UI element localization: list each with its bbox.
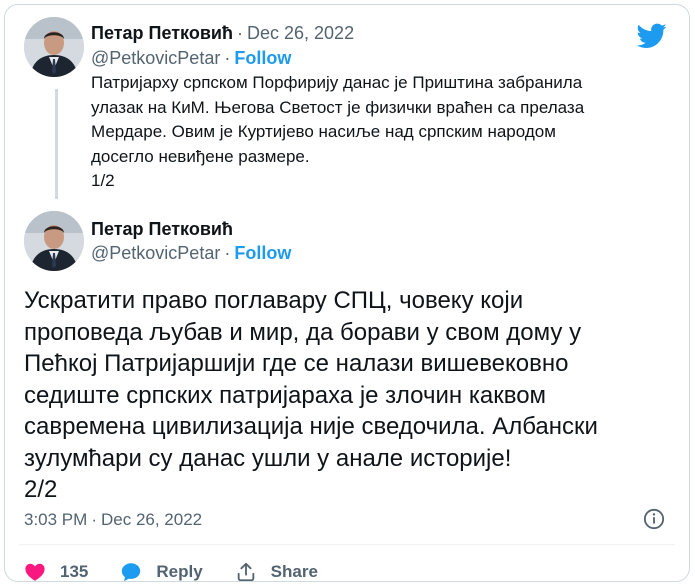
separator-dot: · <box>237 23 243 43</box>
separator-dot: · <box>224 48 231 68</box>
handle-row: @PetkovicPetar · Follow <box>91 243 291 264</box>
divider <box>19 544 675 545</box>
tweet-text: Ускратити право поглавару СПЦ, човеку ко… <box>24 287 598 503</box>
avatar[interactable] <box>24 211 84 271</box>
share-label: Share <box>270 562 318 581</box>
tweet-timestamp[interactable]: 3:03 PM · Dec 26, 2022 <box>24 510 202 530</box>
separator-dot: · <box>91 510 97 529</box>
author-name[interactable]: Петар Петковић <box>91 219 233 240</box>
author-name[interactable]: Петар Петковић <box>91 23 233 44</box>
share-button[interactable]: Share <box>235 561 318 581</box>
reply-bubble-icon <box>122 563 141 581</box>
tweet-date[interactable]: Dec 26, 2022 <box>247 23 354 43</box>
twitter-bird-icon[interactable] <box>637 23 667 49</box>
tweet-text: Патријарху српском Порфирију данас је Пр… <box>91 73 585 190</box>
handle-row: @PetkovicPetar · Follow <box>91 48 291 69</box>
avatar[interactable] <box>24 17 84 77</box>
thread-connector-line <box>55 89 58 199</box>
profile-photo <box>24 211 84 271</box>
embedded-tweet-card: Петар Петковић · Dec 26, 2022 @PetkovicPe… <box>4 4 690 582</box>
heart-icon <box>25 563 45 581</box>
author-handle[interactable]: @PetkovicPetar <box>91 48 220 68</box>
reply-button[interactable]: Reply <box>120 561 203 581</box>
like-count: 135 <box>60 562 89 581</box>
tweet-date-meta[interactable]: · Dec 26, 2022 <box>233 23 354 44</box>
follow-button[interactable]: Follow <box>234 243 291 263</box>
tweet-actions: 135 Reply Share <box>24 561 350 581</box>
like-button[interactable]: 135 <box>24 561 89 581</box>
tweet-date[interactable]: Dec 26, 2022 <box>101 510 202 529</box>
author-handle[interactable]: @PetkovicPetar <box>91 243 220 263</box>
reply-label: Reply <box>156 562 203 581</box>
info-icon[interactable] <box>643 508 665 530</box>
separator-dot: · <box>224 243 231 263</box>
tweet-time[interactable]: 3:03 PM <box>24 510 87 529</box>
share-icon <box>237 562 254 581</box>
profile-photo <box>24 17 84 77</box>
follow-button[interactable]: Follow <box>234 48 291 68</box>
